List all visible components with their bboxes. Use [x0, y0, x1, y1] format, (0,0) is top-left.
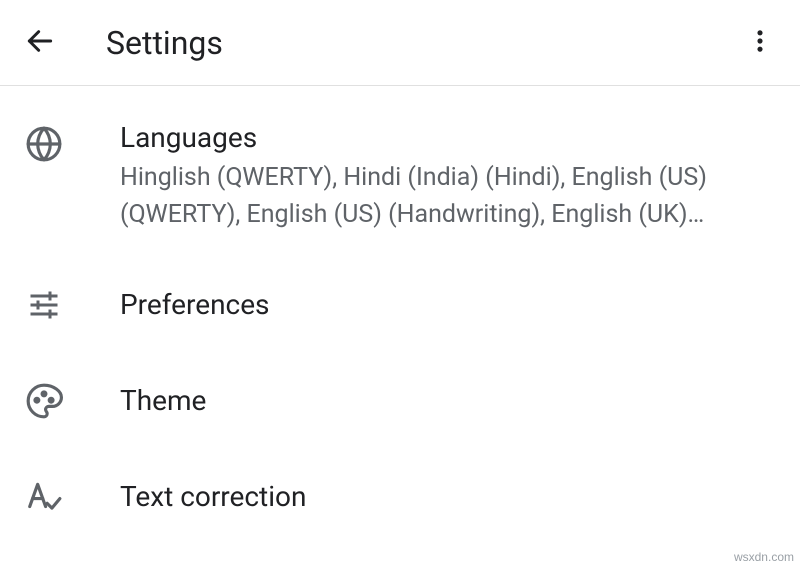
sliders-icon	[24, 285, 64, 325]
item-text: Text correction	[120, 479, 780, 515]
item-title: Theme	[120, 383, 780, 419]
item-text: Languages Hinglish (QWERTY), Hindi (Indi…	[120, 120, 780, 233]
item-title: Preferences	[120, 287, 780, 323]
settings-item-preferences[interactable]: Preferences	[0, 257, 800, 353]
arrow-back-icon	[24, 25, 56, 61]
watermark: wsxdn.com	[734, 550, 794, 564]
app-header: Settings	[0, 0, 800, 86]
page-title: Settings	[106, 24, 736, 62]
item-title: Languages	[120, 120, 780, 156]
settings-list: Languages Hinglish (QWERTY), Hindi (Indi…	[0, 86, 800, 545]
item-title: Text correction	[120, 479, 780, 515]
item-text: Theme	[120, 383, 780, 419]
palette-icon	[24, 381, 64, 421]
overflow-menu-button[interactable]	[736, 19, 784, 67]
settings-item-theme[interactable]: Theme	[0, 353, 800, 449]
settings-item-text-correction[interactable]: Text correction	[0, 449, 800, 545]
item-text: Preferences	[120, 287, 780, 323]
text-check-icon	[24, 477, 64, 517]
settings-item-languages[interactable]: Languages Hinglish (QWERTY), Hindi (Indi…	[0, 96, 800, 257]
back-button[interactable]	[16, 19, 64, 67]
more-vert-icon	[746, 27, 774, 59]
item-subtitle: Hinglish (QWERTY), Hindi (India) (Hindi)…	[120, 160, 780, 233]
globe-icon	[24, 124, 64, 164]
